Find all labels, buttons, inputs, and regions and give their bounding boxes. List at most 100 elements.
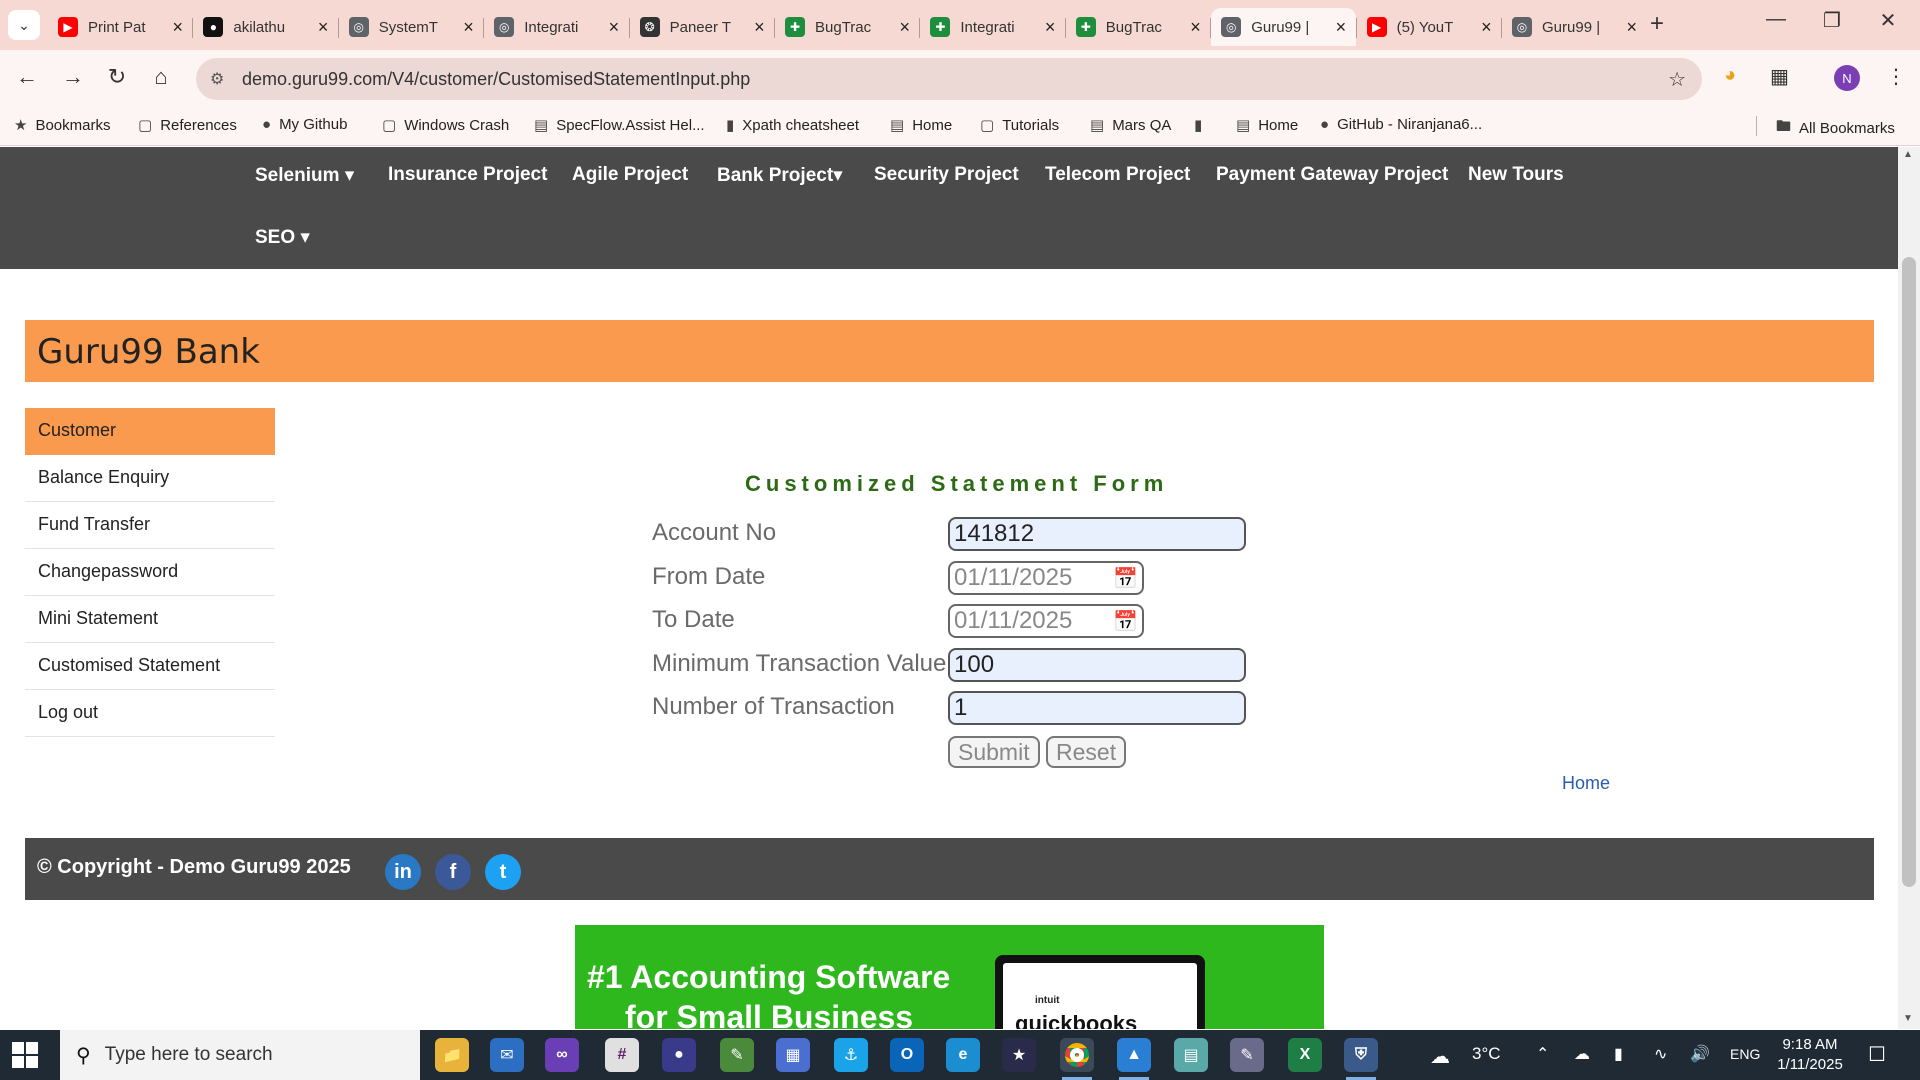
tab-4[interactable]: ◎ Integrati × — [484, 8, 629, 46]
tab-close-icon[interactable]: × — [899, 17, 910, 38]
docker-icon[interactable]: ⚓ — [834, 1038, 868, 1072]
bookmark-item[interactable]: ● My Github — [262, 116, 347, 133]
sidebar-item-customised-statement[interactable]: Customised Statement — [25, 643, 275, 690]
tab-close-icon[interactable]: × — [754, 17, 765, 38]
mail-icon[interactable]: ✉ — [490, 1038, 524, 1072]
account-no-input[interactable]: 141812 — [948, 517, 1246, 551]
tab-close-icon[interactable]: × — [1481, 17, 1492, 38]
scrollbar-thumb[interactable] — [1902, 257, 1916, 887]
store-icon[interactable]: ▦ — [776, 1038, 810, 1072]
taskbar-search[interactable]: ⚲ Type here to search — [60, 1030, 420, 1080]
minimize-button[interactable]: — — [1756, 8, 1796, 31]
tab-search-button[interactable]: ⌄ — [8, 10, 40, 40]
linkedin-icon[interactable]: in — [385, 854, 421, 890]
tab-8[interactable]: ✚ BugTrac × — [1066, 8, 1211, 46]
bookmark-item[interactable]: ▢ Windows Crash — [382, 116, 509, 135]
bookmark-item[interactable]: ★ Bookmarks — [14, 116, 110, 135]
close-window-button[interactable]: ✕ — [1868, 8, 1908, 33]
visual-studio-icon[interactable]: ∞ — [545, 1038, 579, 1072]
all-bookmarks-button[interactable]: 🖿 All Bookmarks — [1776, 116, 1895, 141]
tab-9[interactable]: ◎ Guru99 | × — [1211, 8, 1357, 46]
nav-item-bank[interactable]: Bank Project▾ — [717, 164, 843, 187]
photos-icon[interactable]: ▲ — [1117, 1038, 1151, 1080]
tab-close-icon[interactable]: × — [463, 17, 474, 38]
facebook-icon[interactable]: f — [435, 854, 471, 890]
reload-button[interactable]: ↻ — [102, 64, 132, 90]
tab-6[interactable]: ✚ BugTrac × — [775, 8, 920, 46]
chrome-icon[interactable] — [1060, 1038, 1094, 1080]
chevron-up-icon[interactable]: ⌃ — [1536, 1044, 1549, 1064]
bookmark-item[interactable]: ▢ References — [138, 116, 237, 135]
nav-item-insurance[interactable]: Insurance Project — [388, 164, 547, 186]
scroll-up-arrow-icon[interactable]: ▲ — [1903, 149, 1913, 160]
nav-item-seo[interactable]: SEO ▾ — [255, 226, 310, 249]
back-button[interactable]: ← — [12, 64, 42, 90]
nav-item-payment-gateway[interactable]: Payment Gateway Project — [1216, 164, 1448, 186]
bookmark-item[interactable]: ▮ Xpath cheatsheet — [726, 116, 859, 135]
page-scrollbar[interactable]: ▲ ▼ — [1898, 147, 1920, 1029]
app-icon[interactable]: ✎ — [720, 1038, 754, 1072]
nav-item-agile[interactable]: Agile Project — [572, 164, 688, 186]
wifi-icon[interactable]: ∿ — [1654, 1044, 1667, 1064]
nav-item-security[interactable]: Security Project — [874, 164, 1019, 186]
git-icon[interactable]: ★ — [1002, 1038, 1036, 1072]
profile-avatar[interactable]: N — [1834, 65, 1860, 91]
language-indicator[interactable]: ENG — [1730, 1046, 1760, 1062]
paint-icon[interactable]: ✎ — [1230, 1038, 1264, 1072]
advertisement-banner[interactable]: #1 Accounting Software for Small Busines… — [575, 925, 1324, 1029]
from-date-input[interactable]: 01/11/2025 📅 — [948, 561, 1144, 595]
sidebar-item-customer[interactable]: Customer — [25, 408, 275, 455]
edge-icon[interactable]: e — [946, 1038, 980, 1072]
sidebar-item-fund-transfer[interactable]: Fund Transfer — [25, 502, 275, 549]
bookmark-star-icon[interactable]: ☆ — [1668, 67, 1686, 92]
min-transaction-input[interactable]: 100 — [948, 648, 1246, 682]
site-info-icon[interactable]: ⚙ — [210, 69, 234, 89]
restore-button[interactable]: ❐ — [1812, 8, 1852, 33]
forward-button[interactable]: → — [58, 64, 88, 90]
home-link[interactable]: Home — [1562, 773, 1610, 794]
extension-icon[interactable]: ◕ — [1724, 64, 1736, 87]
slack-icon[interactable]: # — [605, 1038, 639, 1072]
to-date-input[interactable]: 01/11/2025 📅 — [948, 604, 1144, 638]
tab-close-icon[interactable]: × — [1045, 17, 1056, 38]
clock[interactable]: 9:18 AM 1/11/2025 — [1760, 1035, 1860, 1075]
battery-icon[interactable]: ▮ — [1614, 1044, 1623, 1064]
new-tab-button[interactable]: + — [1650, 10, 1664, 38]
onedrive-icon[interactable]: ☁ — [1574, 1044, 1590, 1064]
bookmark-item[interactable]: ▢ Tutorials — [980, 116, 1059, 135]
kebab-menu-icon[interactable]: ⋮ — [1886, 64, 1906, 89]
sidebar-item-mini-statement[interactable]: Mini Statement — [25, 596, 275, 643]
scroll-down-arrow-icon[interactable]: ▼ — [1903, 1013, 1913, 1024]
tab-close-icon[interactable]: × — [1190, 17, 1201, 38]
security-shield-icon[interactable]: ⛨ — [1344, 1038, 1378, 1080]
tab-7[interactable]: ✚ Integrati × — [920, 8, 1065, 46]
volume-icon[interactable]: 🔊 — [1690, 1044, 1710, 1064]
url-text[interactable]: demo.guru99.com/V4/customer/CustomisedSt… — [242, 69, 750, 90]
tab-2[interactable]: ● akilathu × — [193, 8, 338, 46]
bookmark-item[interactable]: ▤ SpecFlow.Assist Hel... — [534, 116, 705, 135]
num-transaction-input[interactable]: 1 — [948, 691, 1246, 725]
twitter-icon[interactable]: t — [485, 854, 521, 890]
bookmark-item[interactable]: ● GitHub - Niranjana6... — [1320, 116, 1482, 133]
tab-close-icon[interactable]: × — [172, 17, 183, 38]
bookmark-item[interactable]: ▤ Home — [890, 116, 952, 135]
eclipse-icon[interactable]: ● — [662, 1038, 696, 1072]
bookmark-item[interactable]: ▤ Home — [1236, 116, 1298, 135]
tab-close-icon[interactable]: × — [1336, 17, 1347, 38]
reset-button[interactable]: Reset — [1046, 736, 1127, 768]
sidebar-item-log-out[interactable]: Log out — [25, 690, 275, 737]
tab-1[interactable]: ▶ Print Pat × — [48, 8, 193, 46]
tab-close-icon[interactable]: × — [1626, 17, 1637, 38]
sidebar-item-balance-enquiry[interactable]: Balance Enquiry — [25, 455, 275, 502]
tab-close-icon[interactable]: × — [609, 17, 620, 38]
nav-item-selenium[interactable]: Selenium ▾ — [255, 164, 354, 187]
temperature[interactable]: 3°C — [1472, 1044, 1501, 1064]
windows-start-button[interactable] — [12, 1042, 38, 1068]
notification-icon[interactable]: ☐ — [1868, 1042, 1886, 1067]
tab-5[interactable]: ❂ Paneer T × — [630, 8, 775, 46]
puzzle-icon[interactable]: ▦ — [1770, 64, 1789, 89]
tab-10[interactable]: ▶ (5) YouT × — [1357, 8, 1502, 46]
calendar-icon[interactable]: 📅 — [1113, 609, 1138, 634]
calendar-icon[interactable]: 📅 — [1113, 566, 1138, 591]
notepad-icon[interactable]: ▤ — [1174, 1038, 1208, 1072]
